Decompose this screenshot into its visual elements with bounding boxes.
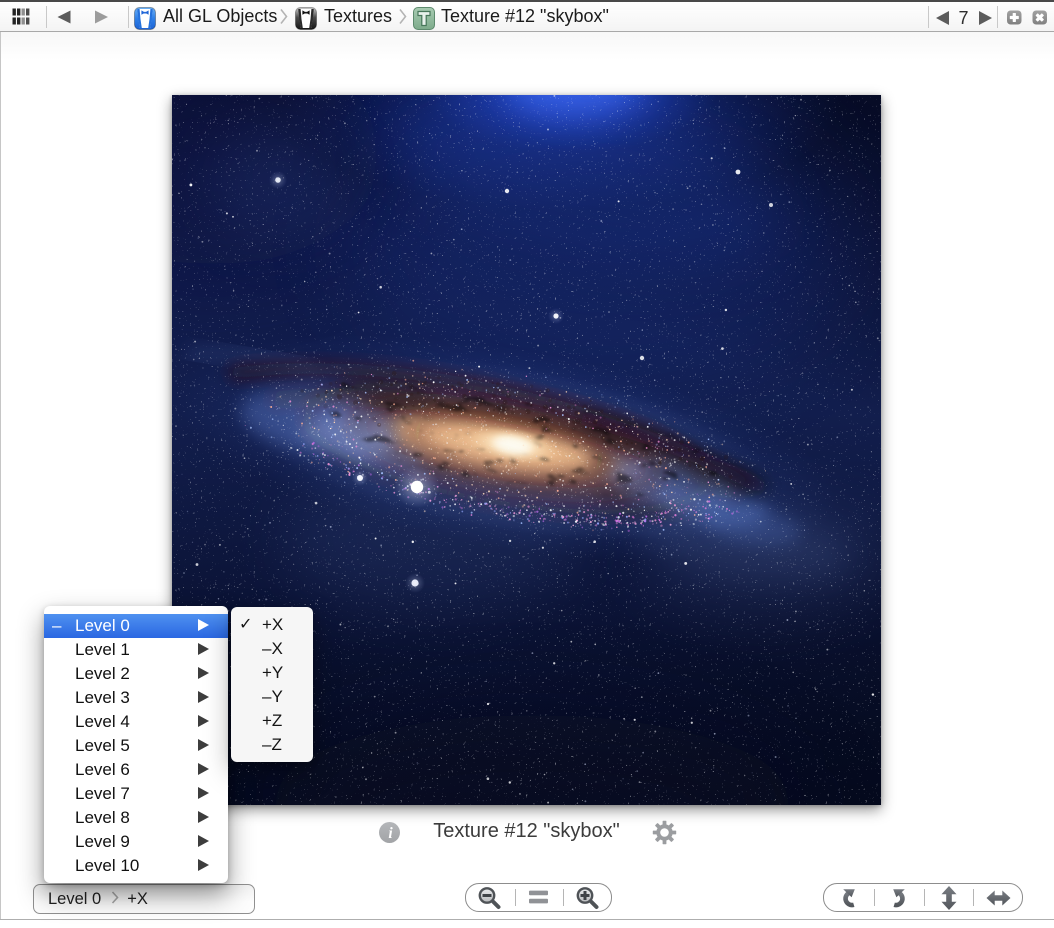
svg-text:7: 7	[958, 8, 968, 28]
